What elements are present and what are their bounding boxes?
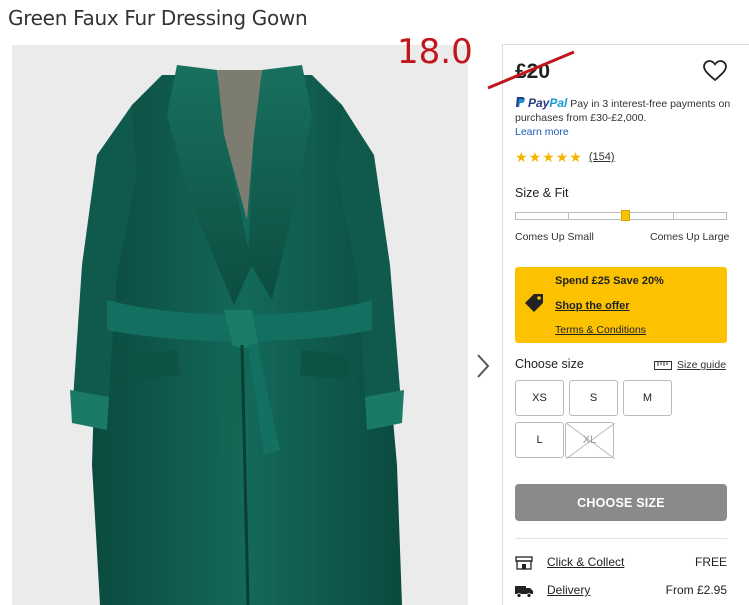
star-icon: ★ (569, 149, 582, 165)
paypal-credit-info: PayPal Pay in 3 interest-free payments o… (515, 96, 735, 139)
star-icon: ★ (542, 149, 555, 165)
size-option-xl-unavailable[interactable]: XL (565, 422, 615, 459)
next-image-arrow-icon[interactable] (474, 352, 492, 380)
price-tag-icon (525, 294, 543, 312)
size-option-m[interactable]: M (623, 380, 672, 416)
click-collect-link[interactable]: Click & Collect (547, 555, 624, 569)
delivery-link[interactable]: Delivery (547, 583, 590, 597)
learn-more-link[interactable]: Learn more (515, 126, 569, 138)
choose-size-heading: Choose size (515, 357, 584, 371)
product-image[interactable] (12, 45, 468, 605)
promo-offer-banner: Spend £25 Save 20% Shop the offer Terms … (515, 267, 727, 343)
shop-offer-link[interactable]: Shop the offer (555, 300, 630, 312)
size-option-s[interactable]: S (569, 380, 618, 416)
wishlist-heart-icon[interactable] (703, 60, 727, 82)
size-fit-heading: Size & Fit (515, 186, 569, 200)
sale-price: 18.0 (397, 32, 473, 72)
choose-size-button[interactable]: CHOOSE SIZE (515, 484, 727, 521)
star-icon: ★ (555, 149, 569, 165)
click-collect-row: Click & Collect FREE (515, 555, 727, 573)
delivery-row: Delivery From £2.95 (515, 583, 727, 601)
truck-icon (515, 586, 533, 598)
ruler-icon (654, 360, 672, 370)
paypal-logo-icon (516, 97, 525, 107)
fit-low-label: Comes Up Small (515, 231, 594, 243)
fit-indicator (620, 210, 630, 221)
price-strikethrough (487, 50, 575, 90)
dressing-gown-illustration (12, 45, 468, 605)
delivery-cost: From £2.95 (665, 583, 727, 597)
rating-stars[interactable]: ★ ★ ★ ★ ★ (154) (515, 150, 615, 164)
size-guide-link[interactable]: Size guide (654, 359, 726, 371)
size-option-xs[interactable]: XS (515, 380, 564, 416)
store-icon (515, 556, 533, 570)
star-icon: ★ (515, 149, 528, 165)
click-collect-cost: FREE (694, 555, 727, 569)
star-icon: ★ (528, 149, 542, 165)
paypal-brand: PayPal (528, 96, 568, 110)
size-option-l[interactable]: L (515, 422, 564, 458)
product-title: Green Faux Fur Dressing Gown (8, 6, 308, 30)
terms-link[interactable]: Terms & Conditions (555, 324, 646, 336)
divider (515, 538, 727, 539)
fit-high-label: Comes Up Large (650, 231, 730, 243)
review-count-link[interactable]: (154) (589, 151, 615, 163)
offer-title: Spend £25 Save 20% (555, 275, 664, 287)
